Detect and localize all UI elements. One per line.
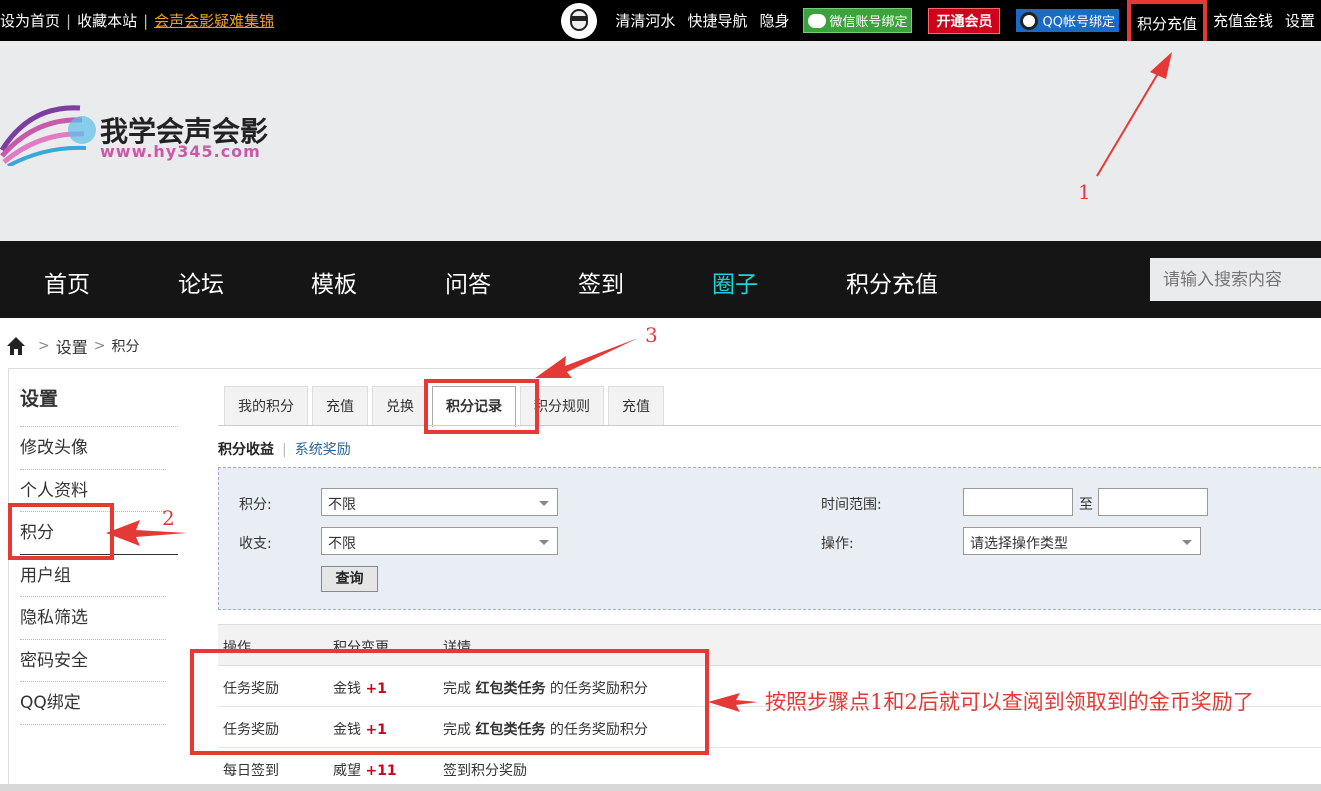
time-start-input[interactable] (963, 488, 1073, 516)
settings-link[interactable]: 设置 (1285, 10, 1315, 31)
row-operation: 每日签到 (223, 763, 279, 779)
user-avatar[interactable] (561, 2, 598, 39)
faq-collection-link[interactable]: 会声会影疑难集锦 (154, 12, 274, 30)
row-detail: 签到积分奖励 (443, 760, 527, 780)
sidebar-item-qq-bind[interactable]: QQ绑定 (20, 682, 166, 725)
time-end-input[interactable] (1098, 488, 1208, 516)
nav-item-points-recharge[interactable]: 积分充值 (846, 265, 938, 299)
divider: | (282, 442, 287, 458)
divider: | (66, 12, 72, 30)
sidebar-item-privacy[interactable]: 隐私筛选 (20, 597, 166, 640)
income-filter-value: 不限 (328, 536, 356, 552)
sidebar-item-password[interactable]: 密码安全 (20, 640, 166, 682)
invisible-link[interactable]: 隐身 (759, 10, 789, 31)
annotation-box-rows (190, 649, 709, 755)
search-input[interactable] (1150, 258, 1321, 301)
avatar-glasses-icon (571, 15, 588, 21)
logo-url: www.hy345.com (100, 142, 261, 161)
qq-bind-button[interactable]: QQ帐号绑定 (1016, 9, 1119, 32)
tab-my-points[interactable]: 我的积分 (224, 386, 308, 426)
bookmark-link[interactable]: 收藏本站 (77, 12, 137, 30)
points-filter-label: 积分: (239, 497, 272, 513)
chevron-right-icon: > (93, 338, 106, 354)
income-filter-label: 收支: (239, 536, 272, 552)
subtab-points-income[interactable]: 积分收益 (218, 442, 274, 458)
annotation-box-points-log (424, 379, 539, 434)
nav-item-home[interactable]: 首页 (44, 265, 90, 299)
nav-item-checkin[interactable]: 签到 (578, 265, 624, 299)
quick-nav-link[interactable]: 快捷导航 (687, 10, 747, 31)
divider: | (143, 12, 149, 30)
top-bar-left: 设为首页 | 收藏本站 | 会声会影疑难集锦 (0, 10, 274, 31)
wechat-bind-button[interactable]: 微信账号绑定 (803, 8, 913, 33)
time-range-label: 时间范围: (821, 497, 882, 513)
qq-icon (1020, 11, 1039, 30)
tab-recharge[interactable]: 充值 (312, 386, 368, 426)
sidebar-item-usergroup[interactable]: 用户组 (20, 555, 166, 597)
annotation-box-points (8, 503, 114, 560)
points-filter-value: 不限 (328, 497, 356, 513)
points-filter-select[interactable]: 不限 (321, 488, 558, 516)
tab-recharge-2[interactable]: 充值 (608, 386, 664, 426)
sidebar-title: 设置 (20, 385, 178, 427)
main-nav: 首页 论坛 模板 问答 签到 圈子 积分充值 (0, 241, 1321, 318)
logo-wing-icon (0, 105, 96, 166)
tab-divider (218, 425, 1321, 426)
site-header: 我学会声会影 www.hy345.com (0, 41, 1321, 241)
top-bar: 设为首页 | 收藏本站 | 会声会影疑难集锦 清清河水 快捷导航 隐身 微信账号绑定 开… (0, 0, 1321, 47)
sub-tabs: 积分收益 | 系统奖励 (218, 439, 351, 459)
annotation-step-3: 3 (645, 323, 658, 347)
annotation-note: 按照步骤点1和2后就可以查阅到领取到的金币奖励了 (765, 690, 1254, 714)
row-unit: 威望 (333, 763, 361, 779)
breadcrumb-settings[interactable]: 设置 (56, 334, 88, 358)
wechat-icon (808, 13, 827, 28)
chevron-down-icon (539, 540, 549, 545)
operation-select-value: 请选择操作类型 (970, 536, 1068, 552)
horizontal-scrollbar[interactable] (0, 784, 1321, 791)
site-logo[interactable]: 我学会声会影 www.hy345.com (0, 96, 290, 176)
nav-item-templates[interactable]: 模板 (311, 265, 357, 299)
nav-item-forum[interactable]: 论坛 (178, 265, 224, 299)
row-amount: +11 (365, 763, 397, 779)
chevron-down-icon (1182, 540, 1192, 545)
points-recharge-link[interactable]: 积分充值 (1126, 0, 1207, 47)
subtab-system-reward[interactable]: 系统奖励 (295, 442, 351, 458)
breadcrumb: > 设置 > 积分 (6, 334, 139, 358)
chevron-down-icon (539, 501, 549, 506)
breadcrumb-points: 积分 (111, 339, 140, 355)
set-home-link[interactable]: 设为首页 (0, 12, 60, 30)
time-to-label: 至 (1079, 497, 1093, 513)
nav-item-circle[interactable]: 圈子 (712, 265, 758, 299)
tab-exchange[interactable]: 兑换 (372, 386, 428, 426)
wechat-bind-label: 微信账号绑定 (829, 15, 908, 30)
income-filter-select[interactable]: 不限 (321, 527, 558, 555)
annotation-step-2: 2 (162, 506, 175, 530)
chevron-right-icon: > (38, 338, 50, 354)
query-button[interactable]: 查询 (321, 566, 378, 592)
vip-button[interactable]: 开通会员 (928, 7, 1001, 34)
username-link[interactable]: 清清河水 (615, 10, 675, 31)
qq-bind-label: QQ帐号绑定 (1042, 15, 1115, 30)
top-bar-right: 清清河水 快捷导航 隐身 微信账号绑定 开通会员 QQ帐号绑定 积分充值 充值金… (561, 0, 1321, 47)
row-change: 威望 +11 (333, 760, 397, 780)
annotation-step-1: 1 (1078, 180, 1091, 204)
sidebar-item-avatar[interactable]: 修改头像 (20, 427, 166, 470)
filter-panel: 积分: 不限 收支: 不限 查询 时间范围: 至 操作: 请选择操作类型 (218, 467, 1321, 610)
operation-select[interactable]: 请选择操作类型 (963, 527, 1201, 555)
money-recharge-link[interactable]: 充值金钱 (1213, 10, 1273, 31)
nav-item-qa[interactable]: 问答 (445, 265, 491, 299)
detail-suffix: 签到积分奖励 (443, 763, 527, 779)
home-icon[interactable] (6, 336, 26, 356)
operation-label: 操作: (821, 536, 854, 552)
